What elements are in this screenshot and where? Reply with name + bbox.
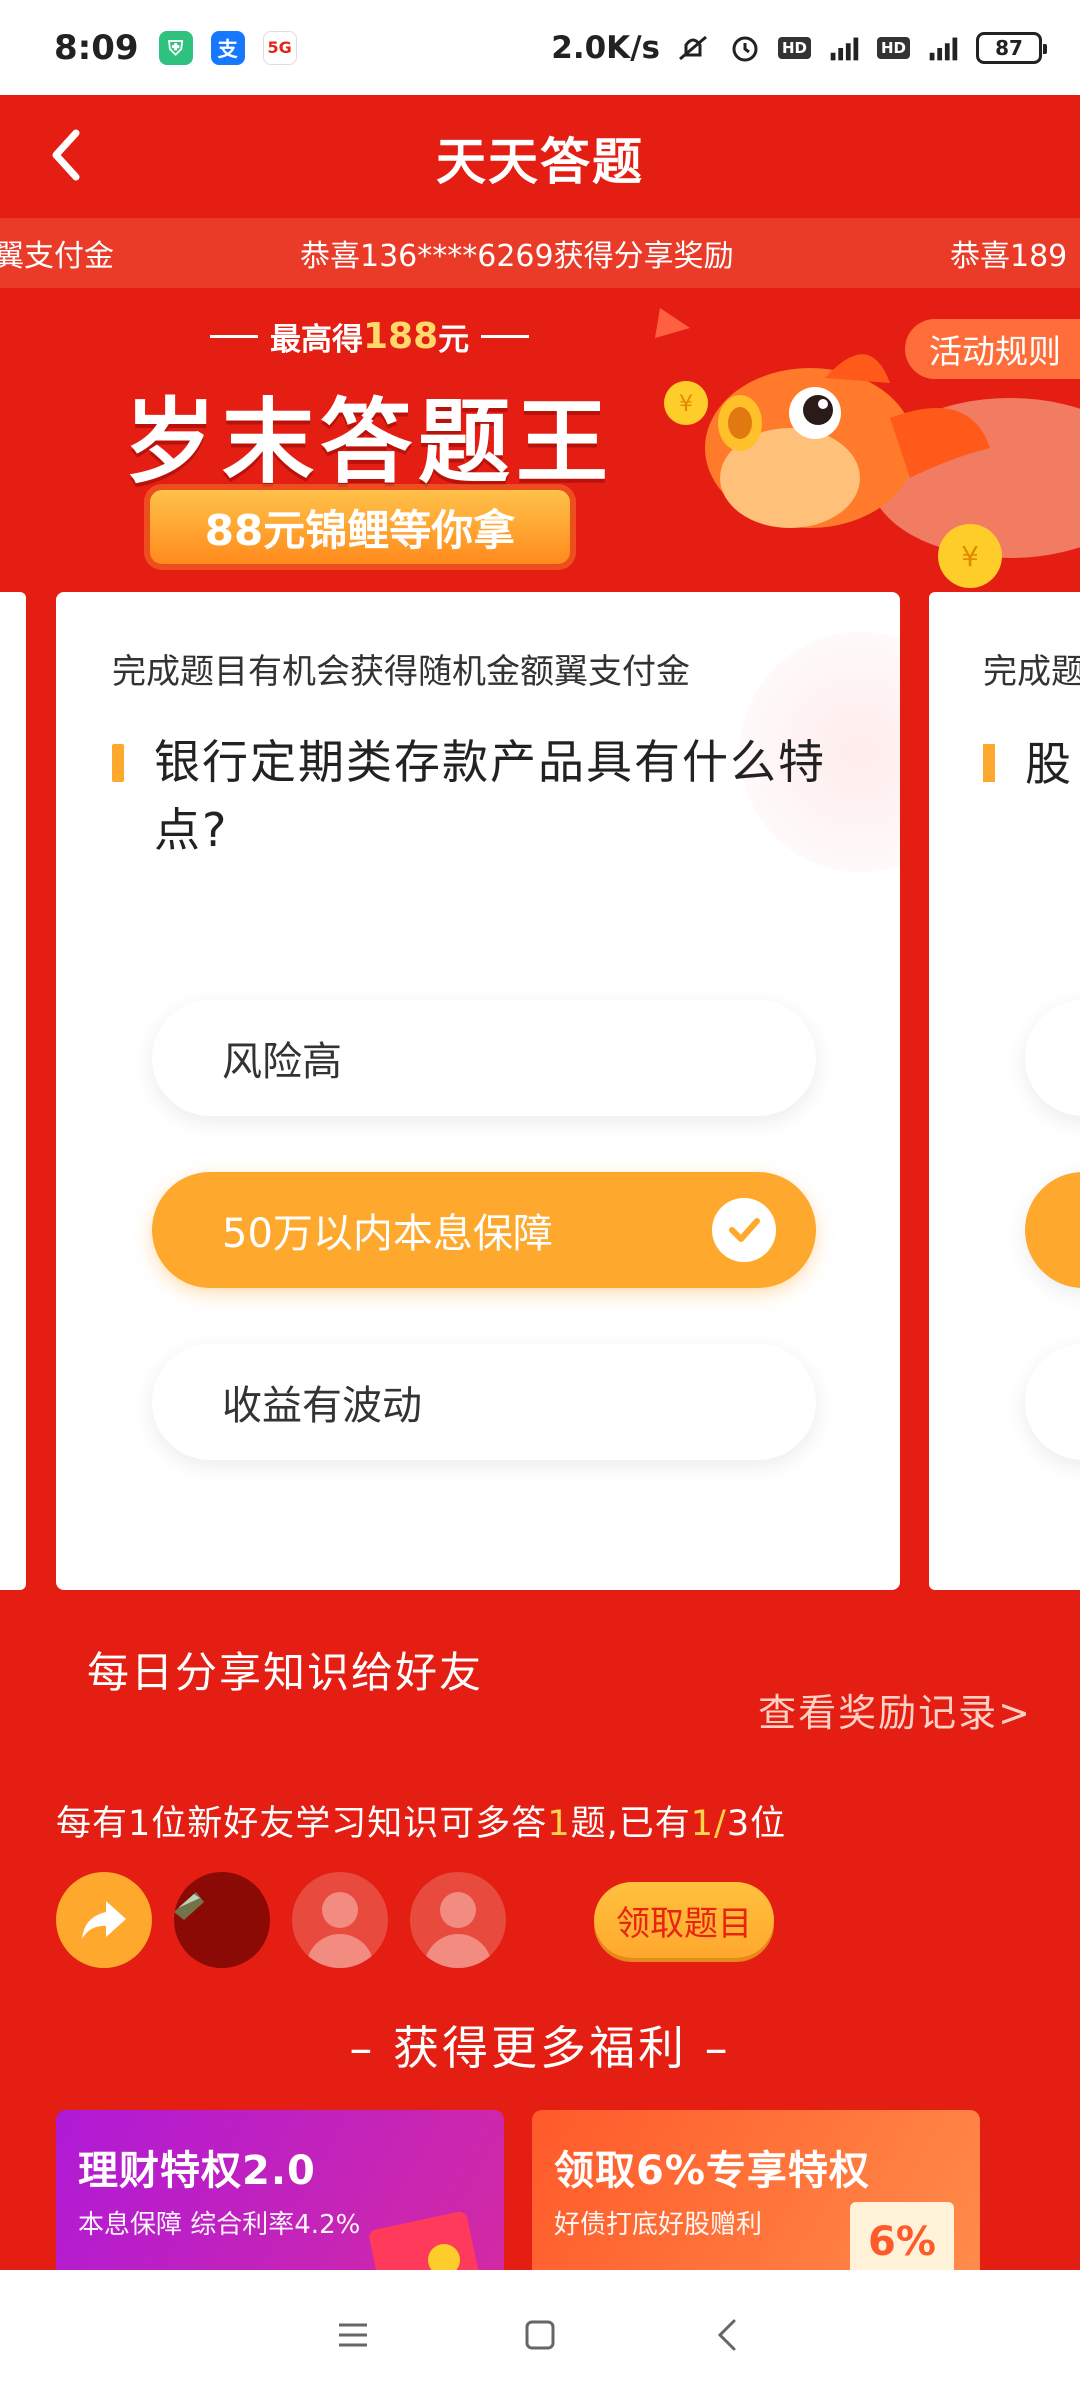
desc-text: 每有 bbox=[56, 1804, 129, 1844]
question-marker bbox=[983, 744, 995, 782]
benefit-card-6pct[interactable]: 领取6%专享特权 好债打底好股赠利 6% bbox=[532, 2110, 980, 2270]
back-triangle-icon bbox=[717, 2319, 736, 2351]
option-1[interactable]: 风险高 bbox=[152, 1000, 816, 1116]
shield-app-icon: ⛨ bbox=[158, 30, 193, 65]
home-button[interactable] bbox=[510, 2305, 570, 2365]
share-arrow-icon bbox=[82, 1901, 126, 1939]
avatar-placeholder-body bbox=[424, 1934, 492, 1968]
rules-button[interactable]: 活动规则 bbox=[905, 319, 1080, 379]
banner-sub-prefix: 最高得 bbox=[270, 322, 363, 358]
red-envelope-icon bbox=[369, 2211, 479, 2270]
desc-text: 题,已有 bbox=[570, 1804, 691, 1844]
empty-friend-slot bbox=[410, 1872, 506, 1968]
option-label: 50万以内本息保障 bbox=[222, 1211, 553, 1257]
banner-sub-suffix: 元 bbox=[438, 322, 470, 358]
share-description: 每有1位新好友学习知识可多答1题,已有1/3位 bbox=[56, 1795, 786, 1846]
divider bbox=[481, 335, 530, 338]
back-button[interactable] bbox=[36, 125, 96, 185]
option-label: 收益有波动 bbox=[222, 1383, 422, 1429]
peek-option bbox=[1025, 1344, 1080, 1460]
share-row: 领取题目 bbox=[56, 1872, 774, 1968]
home-square-icon bbox=[525, 2320, 555, 2350]
banner-title: 岁末答题王 bbox=[124, 389, 615, 496]
menu-icon bbox=[339, 2323, 368, 2347]
promo-banner: 最高得 188 元 岁末答题王 88元锦鲤等你拿 ¥ ¥ 活动规则 bbox=[0, 288, 1080, 588]
option-2-selected[interactable]: 50万以内本息保障 bbox=[152, 1172, 816, 1288]
banner-sub-amount: 188 bbox=[363, 316, 439, 357]
signal-icon-2 bbox=[924, 33, 962, 63]
benefit-title: 理财特权2.0 bbox=[78, 2148, 316, 2194]
alipay-app-icon: 支 bbox=[210, 30, 245, 65]
peek-option bbox=[1025, 1172, 1080, 1288]
desc-text: 3位 bbox=[726, 1804, 787, 1844]
option-label: 风险高 bbox=[222, 1039, 342, 1085]
signal-icon bbox=[825, 33, 863, 63]
svg-text:¥: ¥ bbox=[961, 540, 979, 573]
desc-number: 1 bbox=[128, 1804, 152, 1844]
back-nav-button[interactable] bbox=[697, 2305, 757, 2365]
ticker-item: 翼支付金 bbox=[0, 239, 114, 274]
next-card-peek[interactable]: 完成题 股 bbox=[929, 592, 1080, 1590]
page-title: 天天答题 bbox=[436, 132, 644, 191]
share-button[interactable] bbox=[56, 1872, 152, 1968]
quiz-hint: 完成题目有机会获得随机金额翼支付金 bbox=[112, 652, 690, 692]
checkmark-icon bbox=[712, 1198, 776, 1262]
peek-question: 股 bbox=[1025, 737, 1071, 791]
reward-records-link[interactable]: 查看奖励记录> bbox=[758, 1682, 1032, 1737]
question-marker bbox=[112, 744, 124, 782]
more-benefits-title: – 获得更多福利 – bbox=[349, 2021, 731, 2075]
ticker-item: 恭喜136****6269获得分享奖励 bbox=[300, 239, 734, 274]
desc-highlight: 1 bbox=[547, 1804, 571, 1844]
alarm-icon bbox=[726, 33, 764, 63]
banner-prize-pill: 88元锦鲤等你拿 bbox=[150, 490, 570, 564]
hd-badge: HD bbox=[777, 36, 811, 59]
5g-app-icon: 5G bbox=[262, 30, 297, 65]
svg-text:¥: ¥ bbox=[679, 392, 693, 417]
prev-card-peek[interactable] bbox=[0, 592, 26, 1590]
claim-question-button[interactable]: 领取题目 bbox=[594, 1882, 774, 1958]
option-3[interactable]: 收益有波动 bbox=[152, 1344, 816, 1460]
benefit-subtitle: 本息保障 综合利率4.2% bbox=[78, 2210, 361, 2240]
benefit-subtitle: 好债打底好股赠利 bbox=[554, 2210, 763, 2240]
banner-subtitle: 最高得 188 元 bbox=[210, 314, 530, 359]
quiz-card: 完成题目有机会获得随机金额翼支付金 银行定期类存款产品具有什么特点? 风险高 5… bbox=[56, 592, 900, 1590]
avatar-placeholder-icon bbox=[440, 1892, 476, 1928]
friend-avatar bbox=[174, 1872, 270, 1968]
ticker-item: 恭喜189 bbox=[950, 239, 1068, 274]
desc-text: 位新好友学习知识可多答 bbox=[151, 1804, 548, 1844]
share-title: 每日分享知识给好友 bbox=[86, 1648, 483, 1697]
status-right: 2.0K/s HD HD 87 bbox=[551, 29, 1047, 66]
avatar-placeholder-icon bbox=[322, 1892, 358, 1928]
status-time: 8:09 bbox=[54, 27, 139, 68]
header: 天天答题 bbox=[0, 95, 1080, 220]
peek-option bbox=[1025, 1000, 1080, 1116]
winner-ticker: 翼支付金 恭喜136****6269获得分享奖励 恭喜189 bbox=[0, 218, 1080, 288]
question-text: 银行定期类存款产品具有什么特点? bbox=[154, 735, 826, 857]
desc-highlight: / bbox=[714, 1804, 727, 1844]
avatar-placeholder-body bbox=[306, 1934, 374, 1968]
status-bar: 8:09 ⛨ 支 5G 2.0K/s HD HD 87 bbox=[0, 0, 1080, 95]
benefit-title: 领取6%专享特权 bbox=[554, 2148, 870, 2194]
hd-badge-2: HD bbox=[876, 36, 910, 59]
mute-icon bbox=[674, 33, 712, 63]
divider bbox=[210, 335, 258, 338]
chevron-left-icon bbox=[52, 129, 80, 181]
system-nav-bar bbox=[0, 2270, 1080, 2400]
status-app-icons: ⛨ 支 5G bbox=[158, 30, 297, 65]
desc-highlight: 1 bbox=[690, 1804, 715, 1844]
menu-button[interactable] bbox=[323, 2305, 383, 2365]
more-title-text: 获得更多福利 bbox=[393, 2021, 687, 2075]
battery-icon: 87 bbox=[976, 31, 1047, 64]
net-speed: 2.0K/s bbox=[551, 29, 660, 66]
empty-friend-slot bbox=[292, 1872, 388, 1968]
benefit-card-wealth[interactable]: 理财特权2.0 本息保障 综合利率4.2% bbox=[56, 2110, 504, 2270]
peek-hint: 完成题 bbox=[983, 652, 1080, 692]
percent-tag: 6% bbox=[850, 2202, 954, 2270]
